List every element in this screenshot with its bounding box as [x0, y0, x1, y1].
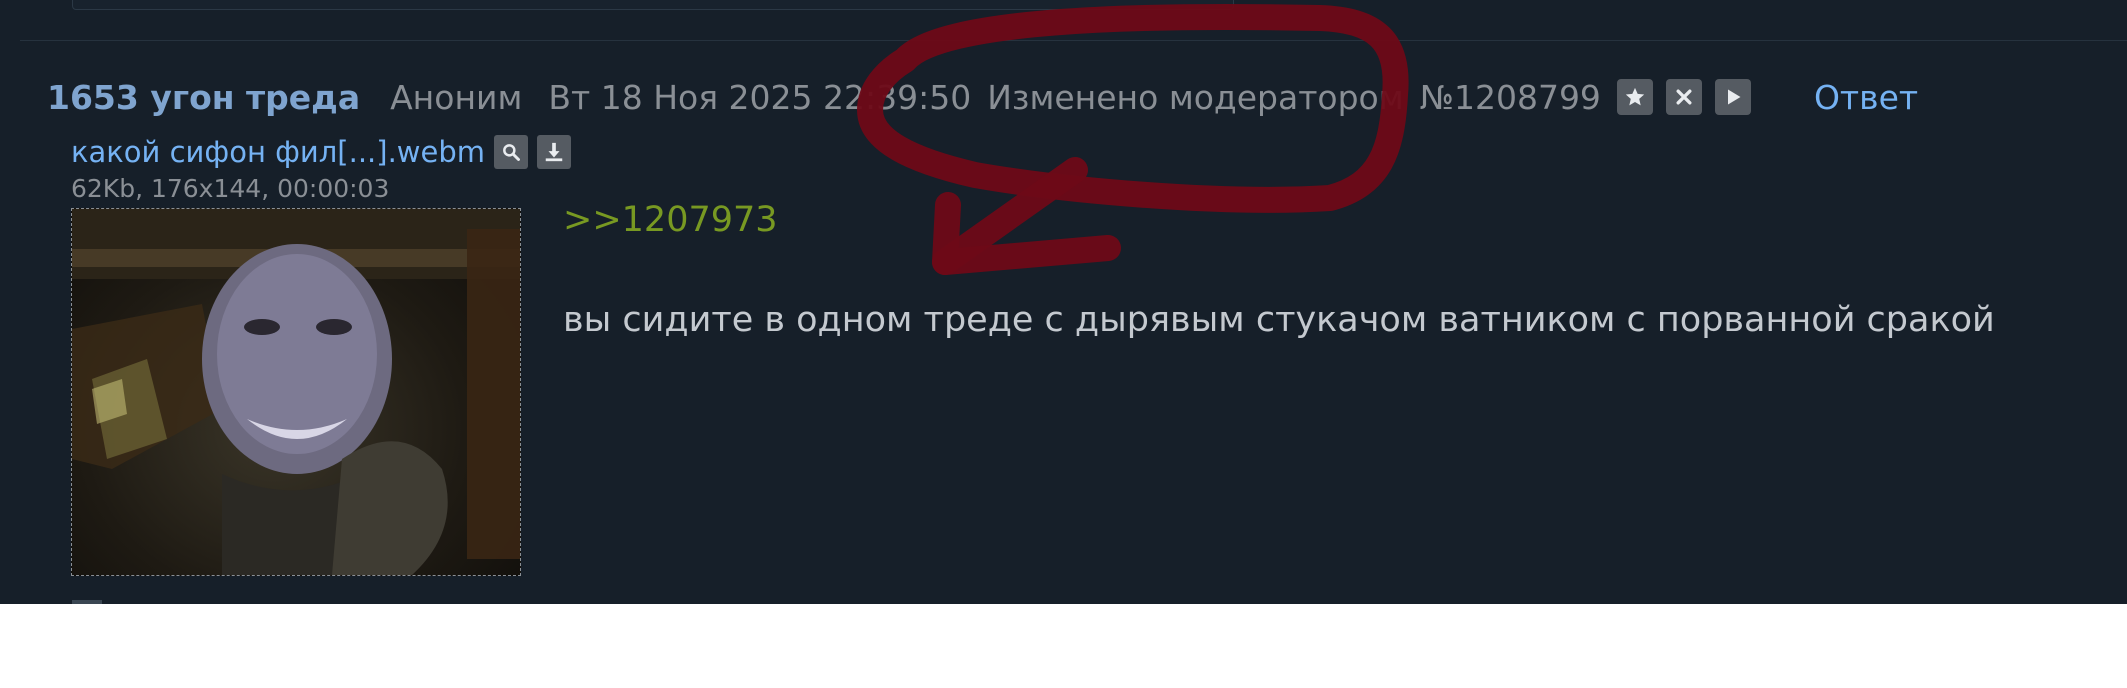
star-icon	[1625, 87, 1645, 106]
previous-post-box	[72, 0, 1234, 10]
post-subject: 1653 угон треда	[47, 77, 361, 117]
close-icon	[1676, 89, 1692, 105]
post-menu-button[interactable]	[1714, 79, 1751, 115]
search-icon	[503, 144, 520, 161]
file-meta: 62Kb, 176x144, 00:00:03	[71, 174, 390, 203]
reply-quote-link[interactable]: >>1207973	[563, 200, 778, 240]
download-button[interactable]	[537, 135, 572, 169]
moderator-edit-note: Изменено модератором	[987, 77, 1404, 117]
reply-link[interactable]: Ответ	[1814, 78, 1918, 117]
video-thumbnail[interactable]	[71, 208, 521, 576]
poster-name: Аноним	[390, 77, 523, 117]
hide-post-button[interactable]	[1665, 79, 1702, 115]
play-icon	[1727, 89, 1741, 105]
post-divider	[20, 40, 2127, 41]
download-icon	[545, 142, 563, 162]
next-post-checkbox[interactable]	[72, 600, 102, 604]
thumbnail-image	[72, 209, 520, 575]
post-header: 1653 угон треда Аноним Вт 18 Ноя 2025 22…	[47, 74, 1918, 120]
post-date: Вт 18 Ноя 2025 22:39:50	[548, 77, 972, 117]
favorite-button[interactable]	[1616, 79, 1653, 115]
post-number[interactable]: №1208799	[1420, 78, 1601, 117]
post-message: вы сидите в одном треде с дырявым стукач…	[563, 300, 1995, 340]
file-info: какой сифон фил[...].webm	[71, 133, 580, 171]
thread-board: 1653 угон треда Аноним Вт 18 Ноя 2025 22…	[0, 0, 2127, 604]
file-name-link[interactable]: какой сифон фил[...].webm	[71, 135, 485, 169]
image-search-button[interactable]	[494, 135, 529, 169]
